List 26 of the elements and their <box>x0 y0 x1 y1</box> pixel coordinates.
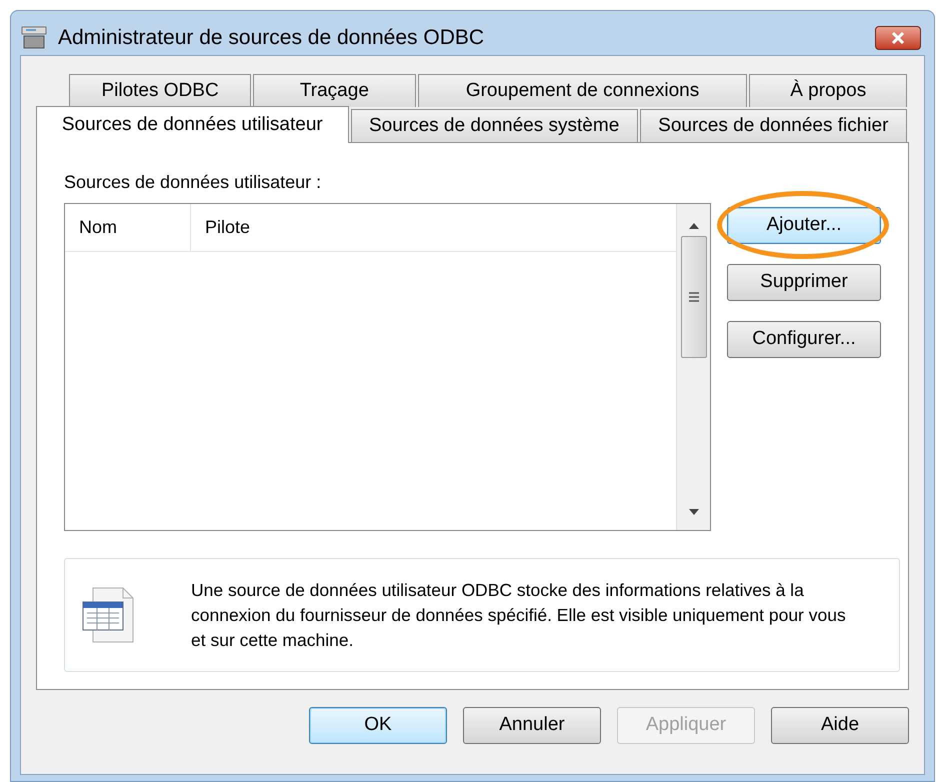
tab[interactable]: Groupement de connexions <box>418 74 748 107</box>
dialog-button[interactable]: Supprimer <box>727 264 881 301</box>
list-label: Sources de données utilisateur : <box>64 171 322 194</box>
info-text: Une source de données utilisateur ODBC stocke des informations relatives à la connexion du fournisseur de données spécifié. Elle est visible uniquement pour vous et sur cette machine. <box>191 578 847 652</box>
up-arrow-icon[interactable] <box>688 222 700 230</box>
dialog-button[interactable]: Ajouter... <box>727 207 881 244</box>
tab[interactable]: À propos <box>749 74 907 107</box>
tab[interactable]: Sources de données système <box>350 109 638 142</box>
column-header[interactable]: Nom <box>65 204 191 251</box>
tab[interactable]: Pilotes ODBC <box>69 74 252 107</box>
tab[interactable]: Sources de données fichier <box>640 109 907 142</box>
scrollbar-thumb[interactable] <box>680 236 706 358</box>
window-title: Administrateur de sources de données ODBC <box>58 25 486 52</box>
dialog-button[interactable]: Aide <box>771 707 909 744</box>
down-arrow-icon[interactable] <box>688 508 700 516</box>
scrollbar[interactable] <box>676 204 710 530</box>
dialog-button[interactable]: Configurer... <box>727 321 881 358</box>
data-source-list[interactable]: Nom Pilote <box>64 203 711 531</box>
column-header[interactable]: Pilote <box>191 204 676 251</box>
close-button[interactable] <box>875 26 921 50</box>
dialog-button[interactable]: Annuler <box>463 707 601 744</box>
close-icon <box>891 32 905 44</box>
tab[interactable]: Sources de données utilisateur <box>36 106 349 143</box>
dialog-button[interactable]: OK <box>309 707 447 744</box>
tab[interactable]: Traçage <box>253 74 416 107</box>
grip-icon <box>688 292 700 302</box>
